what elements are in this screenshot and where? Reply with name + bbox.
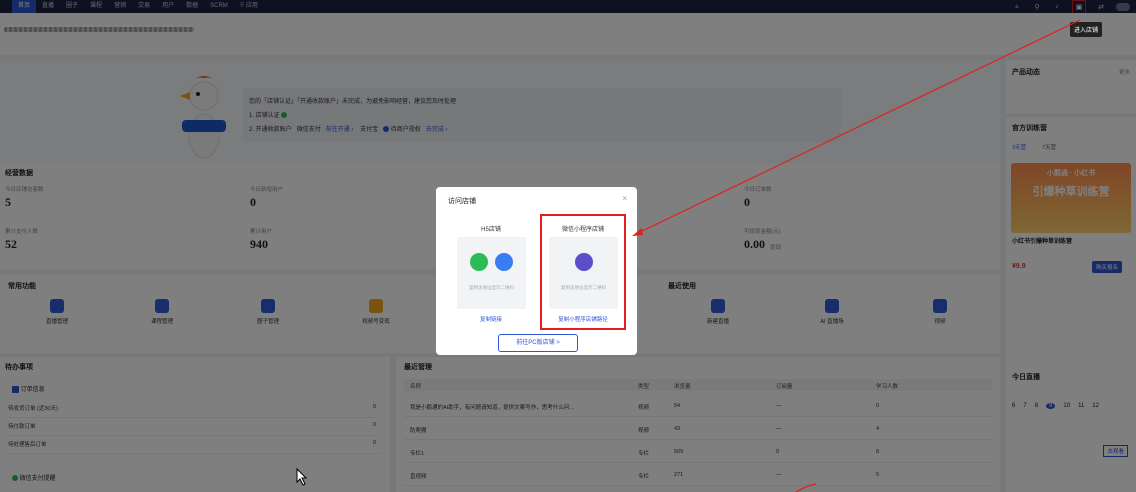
annotation-arrow bbox=[632, 19, 1081, 492]
mouse-cursor-icon bbox=[296, 468, 308, 486]
